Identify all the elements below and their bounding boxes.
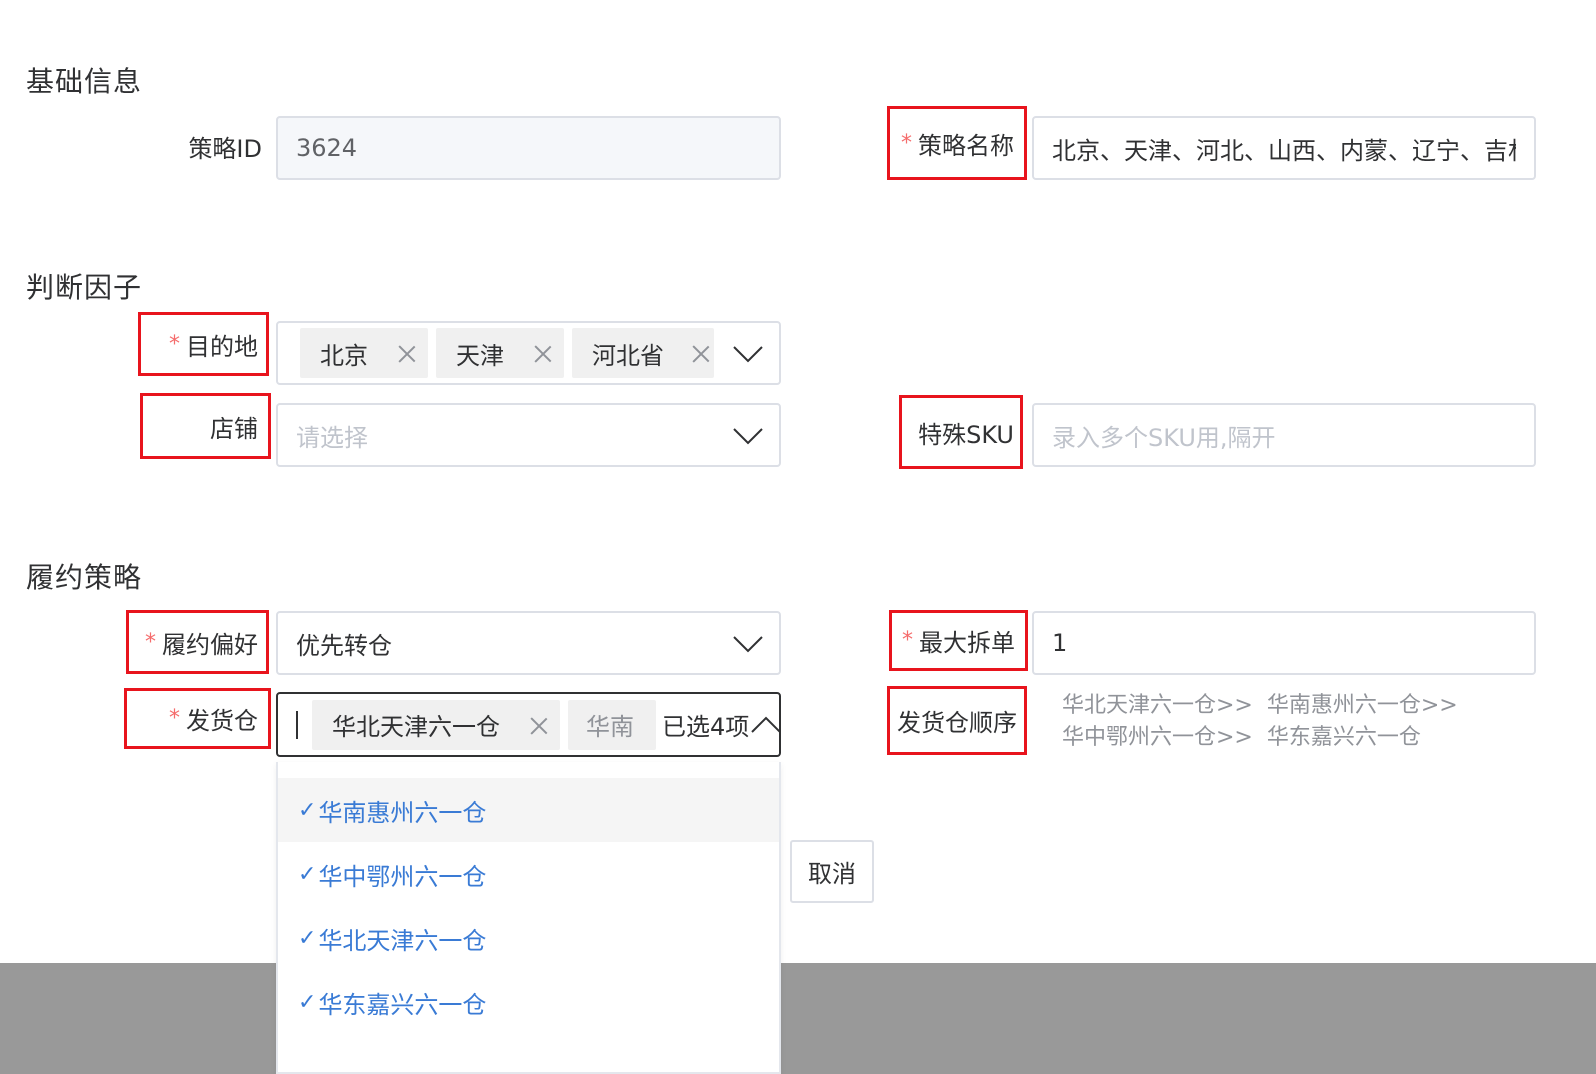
warehouse-tag-label: 华北天津六一仓 bbox=[332, 713, 500, 741]
warehouse-order-line-2: 华中鄂州六一仓>> 华东嘉兴六一仓 bbox=[1062, 725, 1421, 750]
destination-tag: 河北省 bbox=[572, 328, 714, 378]
footer-bar bbox=[0, 963, 1596, 1074]
shop-placeholder: 请选择 bbox=[296, 423, 368, 452]
required-star: * bbox=[169, 706, 180, 731]
cancel-button[interactable]: 取消 bbox=[790, 840, 874, 903]
destination-select[interactable]: 北京 天津 河北省 bbox=[276, 321, 781, 385]
strategy-name-label-text: 策略名称 bbox=[918, 131, 1014, 160]
chevron-down-icon[interactable] bbox=[731, 418, 765, 452]
warehouse-dropdown: ✓ 华南惠州六一仓 ✓ 华中鄂州六一仓 ✓ 华北天津六一仓 ✓ 华东嘉兴六一仓 bbox=[276, 762, 781, 1074]
required-star: * bbox=[145, 629, 156, 655]
destination-tag-label: 天津 bbox=[456, 341, 504, 370]
warehouse-count: 已选4项 bbox=[662, 713, 750, 741]
warehouse-order-label: 发货仓顺序 bbox=[887, 686, 1027, 755]
destination-tag: 北京 bbox=[300, 328, 428, 378]
warehouse-tag: 华北天津六一仓 bbox=[312, 699, 560, 750]
chevron-down-icon[interactable] bbox=[731, 626, 765, 660]
special-sku-label-text: 特殊SKU bbox=[918, 420, 1014, 449]
check-icon: ✓ bbox=[298, 925, 317, 951]
destination-label: * 目的地 bbox=[138, 312, 269, 376]
warehouse-order-label-text: 发货仓顺序 bbox=[897, 709, 1017, 737]
special-sku-input[interactable]: 录入多个SKU用,隔开 bbox=[1032, 403, 1536, 467]
dropdown-option[interactable]: ✓ 华东嘉兴六一仓 bbox=[278, 970, 779, 1034]
dropdown-option-label: 华北天津六一仓 bbox=[318, 926, 487, 955]
check-icon: ✓ bbox=[298, 861, 317, 887]
shop-select[interactable]: 请选择 bbox=[276, 403, 781, 467]
max-split-label-text: 最大拆单 bbox=[919, 629, 1015, 657]
check-icon: ✓ bbox=[298, 989, 317, 1015]
section-title-fulfillment: 履约策略 bbox=[26, 561, 143, 594]
tag-close-icon[interactable] bbox=[530, 716, 548, 734]
section-title-basic: 基础信息 bbox=[26, 65, 143, 98]
destination-tag-label: 河北省 bbox=[592, 341, 664, 370]
strategy-name-input[interactable]: 北京、天津、河北、山西、内蒙、辽宁、吉林 bbox=[1032, 116, 1536, 180]
dropdown-option[interactable]: ✓ 华中鄂州六一仓 bbox=[278, 842, 779, 906]
strategy-name-label: * 策略名称 bbox=[887, 106, 1027, 180]
dropdown-option[interactable]: ✓ 华南惠州六一仓 bbox=[278, 778, 779, 842]
required-star: * bbox=[901, 130, 912, 156]
tag-close-icon[interactable] bbox=[398, 344, 416, 362]
shop-label: 店铺 bbox=[140, 393, 271, 459]
cancel-button-label: 取消 bbox=[808, 860, 856, 888]
strategy-name-value: 北京、天津、河北、山西、内蒙、辽宁、吉林 bbox=[1052, 136, 1516, 165]
warehouse-tag-partial-label: 华南 bbox=[586, 713, 634, 741]
preference-label-text: 履约偏好 bbox=[162, 630, 258, 659]
max-split-input[interactable]: 1 bbox=[1032, 611, 1536, 675]
destination-label-text: 目的地 bbox=[186, 332, 258, 361]
warehouse-label: * 发货仓 bbox=[124, 688, 271, 749]
dropdown-option-label: 华南惠州六一仓 bbox=[318, 798, 487, 827]
strategy-id-label-text: 策略ID bbox=[188, 134, 262, 163]
required-star: * bbox=[169, 331, 180, 357]
dropdown-option-label: 华中鄂州六一仓 bbox=[318, 862, 487, 891]
strategy-id-field: 3624 bbox=[276, 116, 781, 180]
text-cursor bbox=[296, 710, 298, 739]
dropdown-option-label: 华东嘉兴六一仓 bbox=[318, 990, 487, 1019]
dropdown-option[interactable]: ✓ 华北天津六一仓 bbox=[278, 906, 779, 970]
strategy-id-label: 策略ID bbox=[150, 124, 262, 168]
special-sku-placeholder: 录入多个SKU用,隔开 bbox=[1052, 423, 1276, 452]
destination-tag: 天津 bbox=[436, 328, 564, 378]
preference-value: 优先转仓 bbox=[296, 631, 392, 660]
check-icon: ✓ bbox=[298, 797, 317, 823]
tag-close-icon[interactable] bbox=[692, 344, 710, 362]
strategy-id-value: 3624 bbox=[296, 134, 358, 162]
warehouse-order-line-1: 华北天津六一仓>> 华南惠州六一仓>> bbox=[1062, 693, 1458, 718]
warehouse-select[interactable]: 华北天津六一仓 华南 已选4项 bbox=[276, 692, 781, 757]
chevron-down-icon[interactable] bbox=[731, 336, 765, 370]
destination-tag-label: 北京 bbox=[320, 341, 368, 370]
warehouse-tag-partial: 华南 bbox=[568, 699, 656, 750]
section-title-factors: 判断因子 bbox=[26, 271, 143, 304]
special-sku-label: 特殊SKU bbox=[899, 395, 1023, 469]
shop-label-text: 店铺 bbox=[210, 414, 258, 443]
preference-select[interactable]: 优先转仓 bbox=[276, 611, 781, 675]
tag-close-icon[interactable] bbox=[534, 344, 552, 362]
max-split-label: * 最大拆单 bbox=[889, 610, 1028, 671]
required-star: * bbox=[902, 628, 913, 653]
preference-label: * 履约偏好 bbox=[126, 610, 269, 674]
chevron-up-icon[interactable] bbox=[749, 708, 781, 742]
max-split-value: 1 bbox=[1052, 629, 1068, 657]
warehouse-label-text: 发货仓 bbox=[186, 707, 258, 735]
